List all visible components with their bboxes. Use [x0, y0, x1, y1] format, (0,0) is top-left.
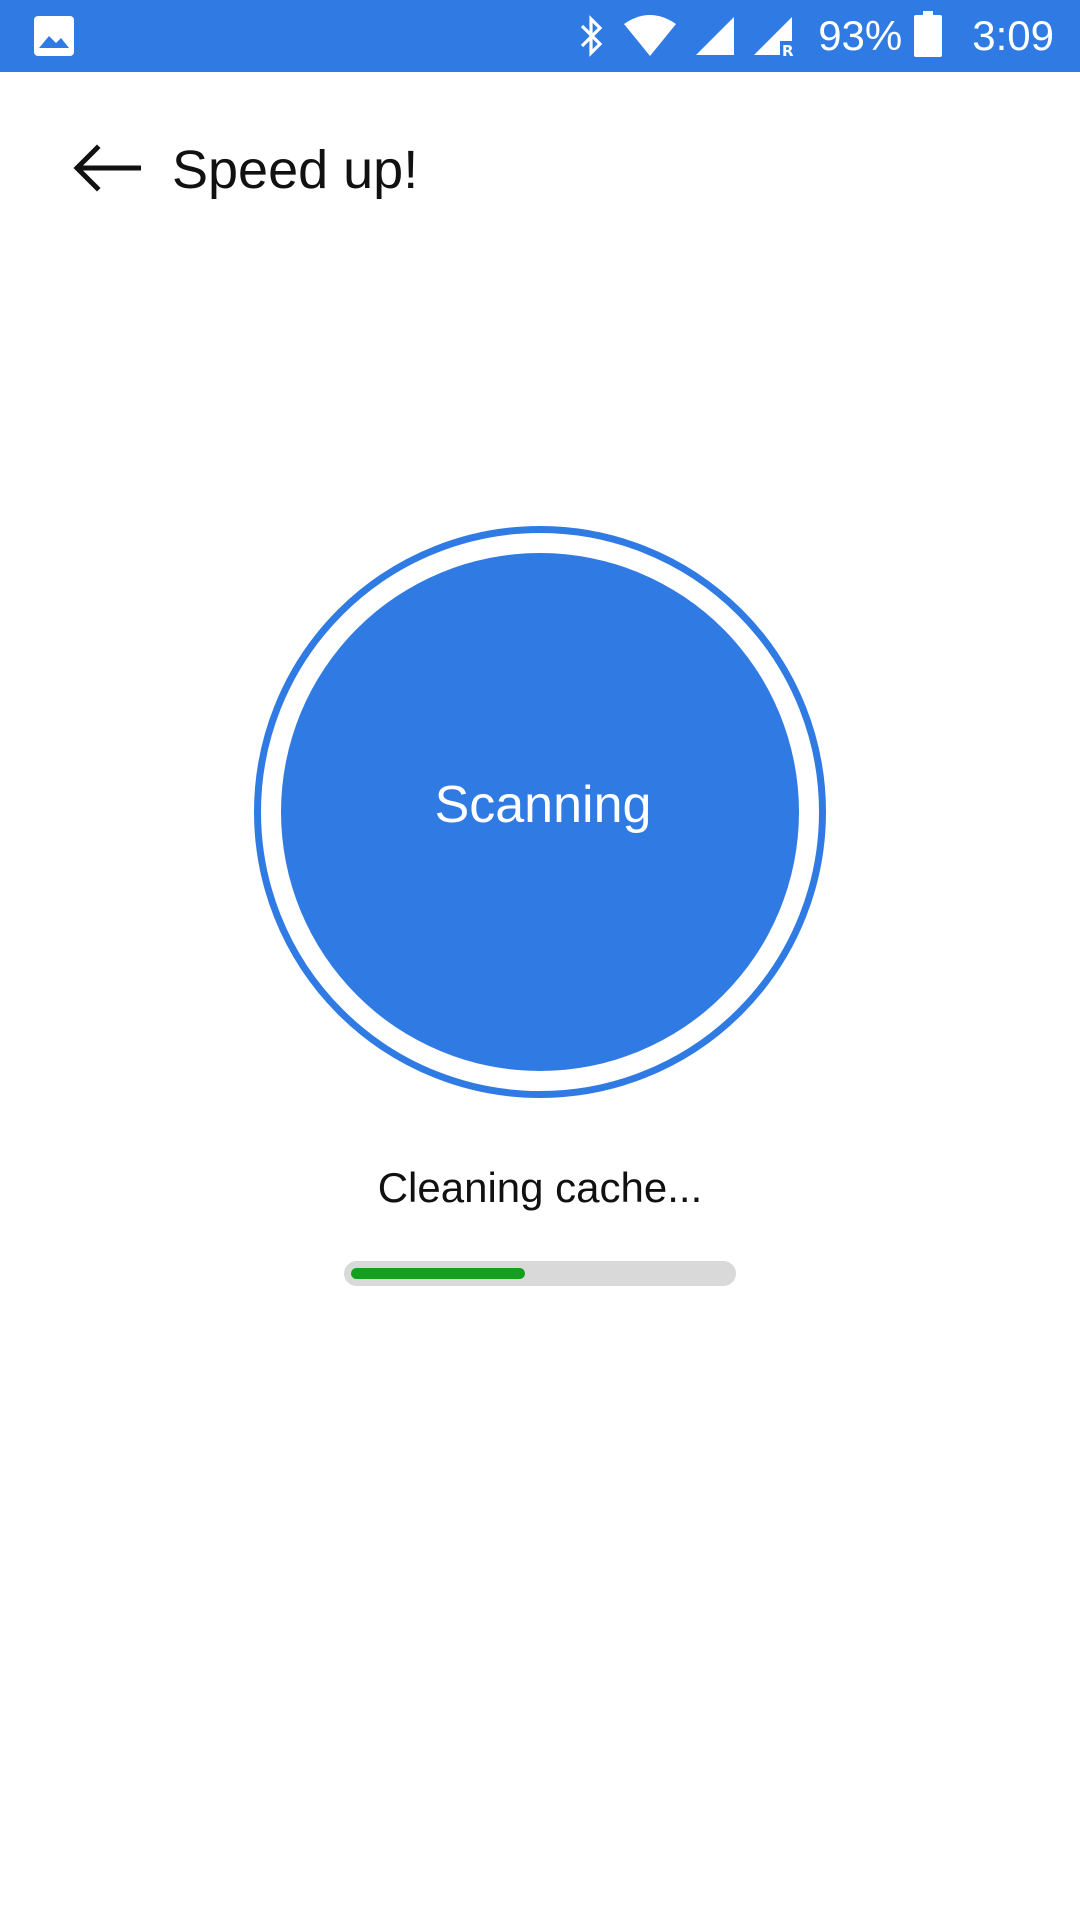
back-button[interactable] — [66, 136, 148, 204]
arrow-left-icon — [73, 143, 142, 197]
app-bar: Speed up! — [0, 72, 1080, 268]
progress-bar-fill — [351, 1268, 525, 1279]
scan-button[interactable]: Scanning — [281, 553, 799, 1071]
scan-label: Scanning — [434, 776, 652, 834]
battery-percent: 93% — [818, 12, 903, 59]
clock: 3:09 — [972, 12, 1054, 59]
bluetooth-icon — [576, 14, 606, 58]
status-icons: R 93% 3:09 — [560, 0, 1054, 72]
status-bar: R 93% 3:09 — [0, 0, 1080, 72]
task-status: Cleaning cache... — [377, 1164, 703, 1211]
svg-text:R: R — [782, 42, 794, 57]
progress-bar — [344, 1261, 736, 1286]
wifi-icon — [622, 14, 678, 58]
gallery-notification-icon — [34, 16, 74, 56]
battery-icon — [914, 10, 943, 62]
cell-signal-icon — [694, 15, 736, 57]
cell-signal-roaming-icon: R — [752, 15, 797, 57]
page-title: Speed up! — [172, 140, 419, 200]
